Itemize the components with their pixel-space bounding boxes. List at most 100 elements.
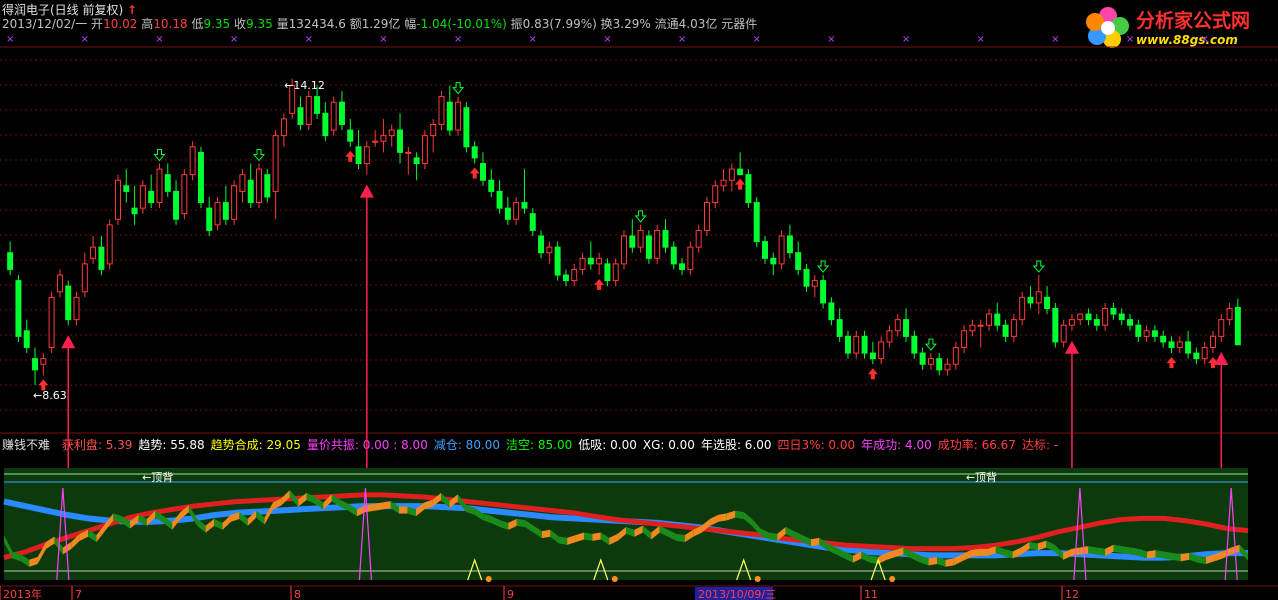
candle-up bbox=[455, 101, 462, 131]
candle-up bbox=[181, 174, 188, 215]
candle-down bbox=[737, 168, 744, 176]
x-marker-icon: × bbox=[902, 34, 910, 45]
dot-marker-icon bbox=[889, 576, 896, 582]
candle-down bbox=[173, 190, 180, 220]
candle-up bbox=[654, 229, 661, 259]
candle-up bbox=[48, 296, 55, 349]
candle-up bbox=[687, 246, 694, 270]
x-axis-label: 2013年 bbox=[3, 587, 42, 600]
candle-down bbox=[1110, 307, 1117, 315]
oscillator-segment bbox=[979, 548, 988, 556]
candle-up bbox=[728, 168, 735, 181]
candle-up bbox=[1143, 330, 1150, 337]
candle-up bbox=[637, 229, 644, 248]
candle-up bbox=[853, 335, 860, 354]
candle-down bbox=[446, 101, 453, 131]
dot-marker-icon bbox=[754, 576, 761, 582]
candle-down bbox=[347, 129, 354, 142]
candle-down bbox=[936, 358, 943, 371]
buy-arrow-icon bbox=[594, 279, 605, 291]
candle-up bbox=[886, 330, 893, 343]
candle-down bbox=[504, 207, 511, 220]
candle-up bbox=[189, 146, 196, 176]
candle-up bbox=[1019, 296, 1026, 321]
stock-chart: × × × × × × × × × × × × × × × × × ←14.12 ←8.63 ←顶背 ←顶背 201… bbox=[0, 34, 1278, 600]
sell-arrow-icon bbox=[1032, 260, 1045, 273]
sell-arrow-icon bbox=[452, 82, 465, 95]
candle-down bbox=[994, 313, 1001, 326]
candle-up bbox=[1010, 319, 1017, 337]
oscillator-segment bbox=[399, 506, 408, 514]
min-price-label: ←8.63 bbox=[33, 389, 67, 402]
candle-up bbox=[1201, 347, 1208, 360]
candle-down bbox=[1044, 296, 1051, 309]
candle-down bbox=[753, 202, 760, 243]
candle-up bbox=[231, 185, 238, 220]
oscillator-segment bbox=[928, 557, 937, 566]
x-axis-label: 7 bbox=[75, 588, 82, 600]
candle-down bbox=[745, 174, 752, 204]
candle-up bbox=[1102, 307, 1109, 326]
candle-up bbox=[1068, 319, 1075, 326]
candlestick-series: ←14.12 ←8.63 bbox=[7, 78, 1241, 402]
x-marker-icon: × bbox=[1126, 34, 1134, 45]
oscillator-segment bbox=[558, 536, 568, 545]
candle-down bbox=[264, 174, 271, 198]
candle-up bbox=[363, 146, 370, 165]
oscillator-segment bbox=[382, 501, 391, 510]
candle-down bbox=[488, 179, 495, 192]
candle-down bbox=[23, 330, 30, 349]
x-axis-label: 8 bbox=[294, 588, 301, 600]
candle-down bbox=[861, 335, 868, 354]
candle-down bbox=[131, 207, 138, 215]
buy-arrow-icon bbox=[867, 368, 878, 380]
candle-down bbox=[1118, 313, 1125, 321]
candle-up bbox=[1176, 341, 1183, 349]
candle-up bbox=[330, 101, 337, 131]
candle-down bbox=[148, 190, 155, 204]
x-marker-icon: × bbox=[827, 34, 835, 45]
x-axis-label: 11 bbox=[864, 588, 878, 600]
candle-down bbox=[496, 190, 503, 209]
candle-up bbox=[438, 96, 445, 125]
dot-marker-icon bbox=[485, 576, 492, 582]
candle-down bbox=[1185, 341, 1192, 354]
oscillator-segment bbox=[1130, 547, 1139, 556]
candle-down bbox=[820, 280, 827, 304]
candle-down bbox=[297, 107, 304, 125]
candle-up bbox=[894, 319, 901, 332]
sell-arrow-icon bbox=[634, 210, 647, 223]
x-marker-icon: × bbox=[379, 34, 387, 45]
candle-up bbox=[596, 257, 603, 265]
candle-up bbox=[961, 330, 968, 349]
candle-down bbox=[123, 185, 130, 192]
candle-up bbox=[977, 324, 984, 327]
candle-up bbox=[405, 151, 412, 154]
candle-down bbox=[1135, 324, 1142, 337]
candle-up bbox=[372, 140, 379, 143]
candle-up bbox=[612, 263, 619, 282]
candle-up bbox=[73, 296, 80, 321]
x-marker-icon: × bbox=[529, 34, 537, 45]
candle-up bbox=[1077, 313, 1084, 321]
candle-down bbox=[322, 112, 329, 137]
x-marker-icon: × bbox=[678, 34, 686, 45]
candle-down bbox=[919, 352, 926, 365]
candle-down bbox=[471, 146, 478, 159]
candle-down bbox=[844, 335, 851, 354]
candle-down bbox=[413, 157, 420, 165]
candle-up bbox=[513, 202, 520, 220]
oscillator-segment bbox=[768, 532, 778, 541]
candle-down bbox=[1052, 307, 1059, 343]
candle-down bbox=[338, 101, 345, 125]
oscillator-segment bbox=[676, 533, 685, 543]
candle-up bbox=[571, 268, 578, 282]
candle-up bbox=[720, 179, 727, 187]
candle-up bbox=[90, 246, 97, 259]
sell-arrow-icon bbox=[924, 338, 937, 351]
candle-down bbox=[1027, 296, 1034, 304]
x-marker-icon: × bbox=[81, 34, 89, 45]
candle-down bbox=[32, 358, 39, 371]
candle-up bbox=[106, 224, 113, 265]
signal-markers bbox=[38, 82, 1229, 486]
